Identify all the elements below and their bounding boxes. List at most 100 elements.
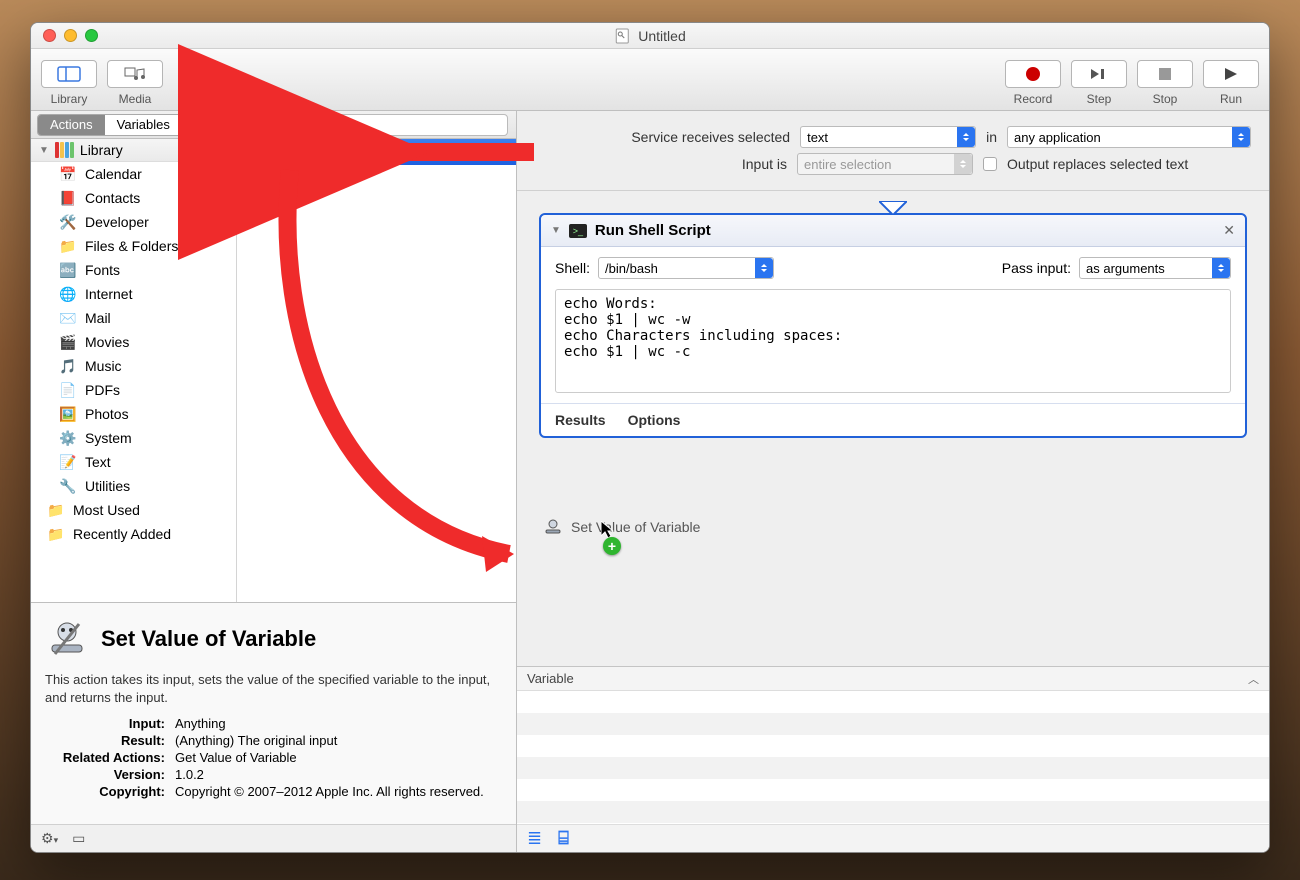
category-pdfs[interactable]: 📄PDFs — [31, 378, 236, 402]
close-window-button[interactable] — [43, 29, 56, 42]
options-tab[interactable]: Options — [628, 412, 681, 428]
variable-table[interactable] — [517, 691, 1269, 824]
pass-input-select[interactable]: as arguments — [1079, 257, 1231, 279]
log-view-button[interactable]: ≣ — [527, 828, 542, 849]
record-icon — [1026, 67, 1040, 81]
step-button[interactable]: Step — [1071, 60, 1127, 106]
service-input-type-select[interactable]: text — [800, 126, 976, 148]
action-title: Run Shell Script — [595, 222, 1215, 239]
detail-description: This action takes its input, sets the va… — [45, 671, 502, 706]
group-most-used[interactable]: 📁Most Used — [31, 498, 236, 522]
remove-action-button[interactable]: ✕ — [1223, 222, 1235, 239]
workflow-canvas[interactable]: ▼ >_ Run Shell Script ✕ Shell: /bin/bash… — [517, 191, 1269, 666]
category-calendar[interactable]: 📅Calendar — [31, 162, 236, 186]
library-root[interactable]: ▼ Library — [31, 139, 236, 162]
media-button[interactable]: Media — [107, 60, 163, 106]
internet-icon: 🌐 — [59, 285, 77, 303]
run-button[interactable]: Run — [1203, 60, 1259, 106]
category-photos[interactable]: 🖼️Photos — [31, 402, 236, 426]
photos-icon: 🖼️ — [59, 405, 77, 423]
smart-folder-icon: 📁 — [47, 525, 65, 543]
search-input[interactable] — [191, 114, 508, 136]
category-files-folders[interactable]: 📁Files & Folders — [31, 234, 236, 258]
minimize-window-button[interactable] — [64, 29, 77, 42]
developer-icon: 🛠️ — [59, 213, 77, 231]
files-icon: 📁 — [59, 237, 77, 255]
category-contacts[interactable]: 📕Contacts — [31, 186, 236, 210]
action-detail-pane: Set Value of Variable This action takes … — [31, 602, 516, 824]
library-books-icon — [55, 142, 74, 158]
category-utilities[interactable]: 🔧Utilities — [31, 474, 236, 498]
output-replaces-checkbox[interactable] — [983, 157, 997, 171]
category-music[interactable]: 🎵Music — [31, 354, 236, 378]
category-list[interactable]: ▼ Library 📅Calendar 📕Contacts 🛠️Develope… — [31, 139, 237, 602]
collapse-variable-panel-button[interactable]: ︿ — [1248, 671, 1259, 687]
record-button[interactable]: Record — [1005, 60, 1061, 106]
document-icon — [614, 28, 630, 44]
library-icon — [57, 66, 81, 82]
results-tab[interactable]: Results — [555, 412, 606, 428]
category-system[interactable]: ⚙️System — [31, 426, 236, 450]
toolbar: Library Media Record Step Stop Run — [31, 49, 1269, 111]
zoom-window-button[interactable] — [85, 29, 98, 42]
drag-ghost: Set Value of Variable + — [543, 517, 700, 537]
category-movies[interactable]: 🎬Movies — [31, 330, 236, 354]
detail-footer: ⚙︎▾ ▭ — [31, 824, 516, 852]
automator-action-icon — [247, 142, 267, 162]
run-shell-script-action[interactable]: ▼ >_ Run Shell Script ✕ Shell: /bin/bash… — [539, 213, 1247, 438]
run-icon — [1223, 67, 1239, 81]
library-mode-segment: Actions Variables — [37, 114, 183, 136]
expand-detail-button[interactable]: ▭ — [72, 830, 85, 847]
script-textarea[interactable]: echo Words: echo $1 | wc -w echo Charact… — [555, 289, 1231, 393]
input-mode-select: entire selection — [797, 153, 973, 175]
terminal-icon: >_ — [569, 224, 587, 238]
system-icon: ⚙️ — [59, 429, 77, 447]
automator-action-icon — [543, 517, 563, 537]
smart-folder-icon: 📁 — [47, 501, 65, 519]
utilities-icon: 🔧 — [59, 477, 77, 495]
gear-menu-button[interactable]: ⚙︎▾ — [41, 830, 58, 847]
category-developer[interactable]: 🛠️Developer — [31, 210, 236, 234]
shell-select[interactable]: /bin/bash — [598, 257, 774, 279]
automator-action-large-icon — [45, 617, 89, 661]
actions-tab[interactable]: Actions — [38, 115, 105, 135]
category-internet[interactable]: 🌐Internet — [31, 282, 236, 306]
plus-badge-icon: + — [603, 537, 621, 555]
traffic-lights — [43, 29, 98, 42]
stop-button: Stop — [1137, 60, 1193, 106]
category-fonts[interactable]: 🔤Fonts — [31, 258, 236, 282]
action-results-list[interactable]: Set Value of Variable — [237, 139, 516, 602]
action-set-value-of-variable[interactable]: Set Value of Variable — [237, 139, 516, 165]
detail-title: Set Value of Variable — [101, 626, 316, 652]
media-icon — [124, 66, 146, 82]
text-icon: 📝 — [59, 453, 77, 471]
variables-tab[interactable]: Variables — [105, 115, 182, 135]
library-toggle-button[interactable]: Library — [41, 60, 97, 106]
step-icon — [1089, 67, 1109, 81]
shell-label: Shell: — [555, 260, 590, 276]
category-text[interactable]: 📝Text — [31, 450, 236, 474]
in-label: in — [986, 129, 997, 145]
movies-icon: 🎬 — [59, 333, 77, 351]
automator-window: Untitled Library Media Record Step — [30, 22, 1270, 853]
titlebar: Untitled — [31, 23, 1269, 49]
pdf-icon: 📄 — [59, 381, 77, 399]
variable-view-button[interactable]: ⌸ — [558, 828, 569, 849]
library-pane: Actions Variables 🔍 ▼ Library 📅Calendar — [31, 111, 517, 852]
filter-bar: Actions Variables 🔍 — [31, 111, 516, 139]
category-mail[interactable]: ✉️Mail — [31, 306, 236, 330]
mail-icon: ✉️ — [59, 309, 77, 327]
contacts-icon: 📕 — [59, 189, 77, 207]
disclosure-triangle-icon[interactable]: ▼ — [551, 225, 561, 236]
service-receives-label: Service receives selected — [631, 129, 790, 145]
pass-input-label: Pass input: — [1002, 260, 1071, 276]
output-replaces-label: Output replaces selected text — [1007, 156, 1251, 172]
disclosure-triangle-icon[interactable]: ▼ — [39, 145, 49, 156]
fonts-icon: 🔤 — [59, 261, 77, 279]
service-application-select[interactable]: any application — [1007, 126, 1251, 148]
window-title: Untitled — [614, 28, 685, 44]
group-recently-added[interactable]: 📁Recently Added — [31, 522, 236, 546]
search-icon: 🔍 — [197, 117, 213, 133]
stop-icon — [1159, 68, 1171, 80]
variable-panel: Variable ︿ ≣ ⌸ — [517, 666, 1269, 852]
